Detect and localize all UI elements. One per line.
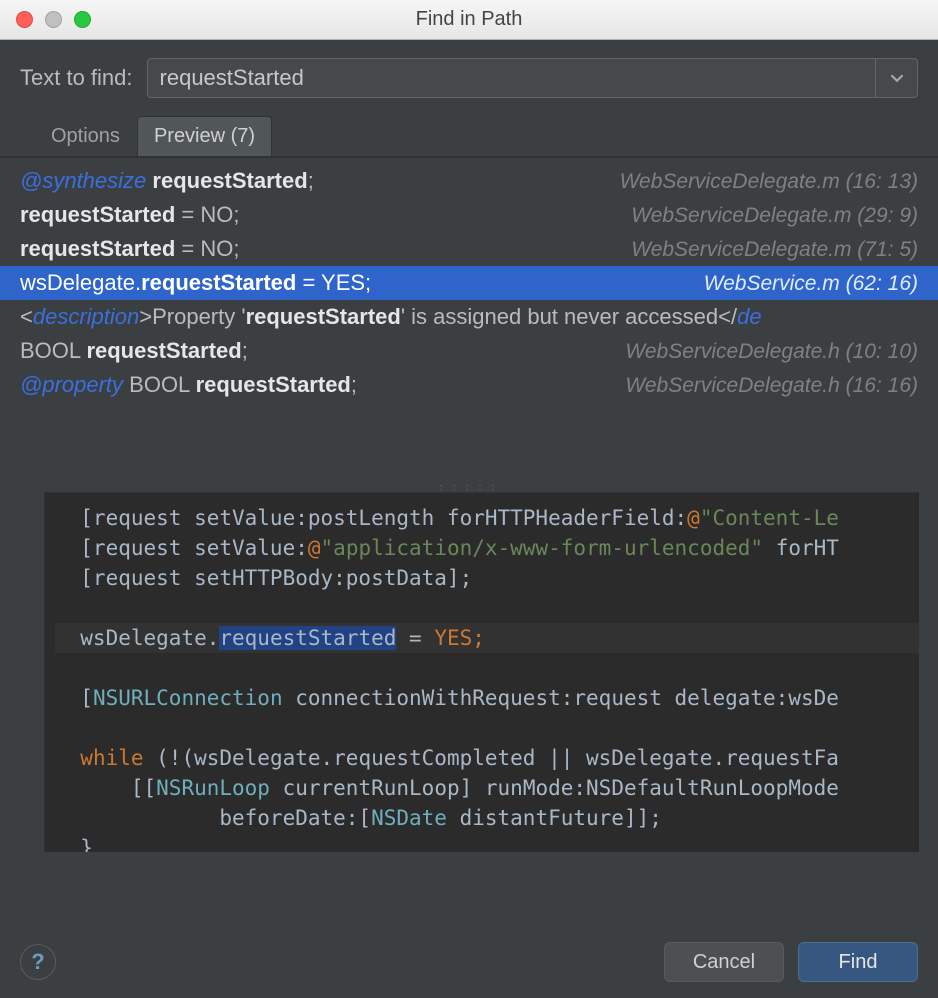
footer: ? Cancel Find (0, 926, 938, 998)
titlebar: Find in Path (0, 0, 938, 40)
result-row[interactable]: @synthesize requestStarted;WebServiceDel… (0, 164, 938, 198)
tab-preview[interactable]: Preview (7) (137, 116, 272, 156)
results-list: @synthesize requestStarted;WebServiceDel… (0, 158, 938, 402)
result-row[interactable]: wsDelegate.requestStarted = YES;WebServi… (0, 266, 938, 300)
result-row[interactable]: requestStarted = NO;WebServiceDelegate.m… (0, 232, 938, 266)
tab-options[interactable]: Options (34, 116, 137, 156)
cancel-button[interactable]: Cancel (664, 942, 784, 982)
result-row[interactable]: <description>Property 'requestStarted' i… (0, 300, 938, 334)
text-to-find-label: Text to find: (20, 65, 133, 91)
find-button[interactable]: Find (798, 942, 918, 982)
result-row[interactable]: @property BOOL requestStarted;WebService… (0, 368, 938, 402)
search-input[interactable] (148, 59, 875, 97)
result-location: WebServiceDelegate.m (29: 9) (631, 204, 918, 228)
result-location: WebService.m (62: 16) (704, 272, 918, 296)
result-location: WebServiceDelegate.h (16: 16) (625, 374, 918, 398)
splitter-handle[interactable]: : : : : : (20, 482, 918, 490)
chevron-down-icon (890, 71, 904, 85)
result-location: WebServiceDelegate.h (10: 10) (625, 340, 918, 364)
result-location: WebServiceDelegate.m (16: 13) (620, 170, 918, 194)
code-preview[interactable]: [request setValue:postLength forHTTPHead… (44, 492, 919, 852)
help-button[interactable]: ? (20, 944, 56, 980)
search-combo (147, 58, 918, 98)
result-row[interactable]: requestStarted = NO;WebServiceDelegate.m… (0, 198, 938, 232)
result-row[interactable]: BOOL requestStarted;WebServiceDelegate.h… (0, 334, 938, 368)
result-location: WebServiceDelegate.m (71: 5) (631, 238, 918, 262)
tabs: Options Preview (7) (20, 116, 918, 156)
search-history-dropdown[interactable] (875, 59, 917, 97)
window-title: Find in Path (0, 8, 938, 31)
